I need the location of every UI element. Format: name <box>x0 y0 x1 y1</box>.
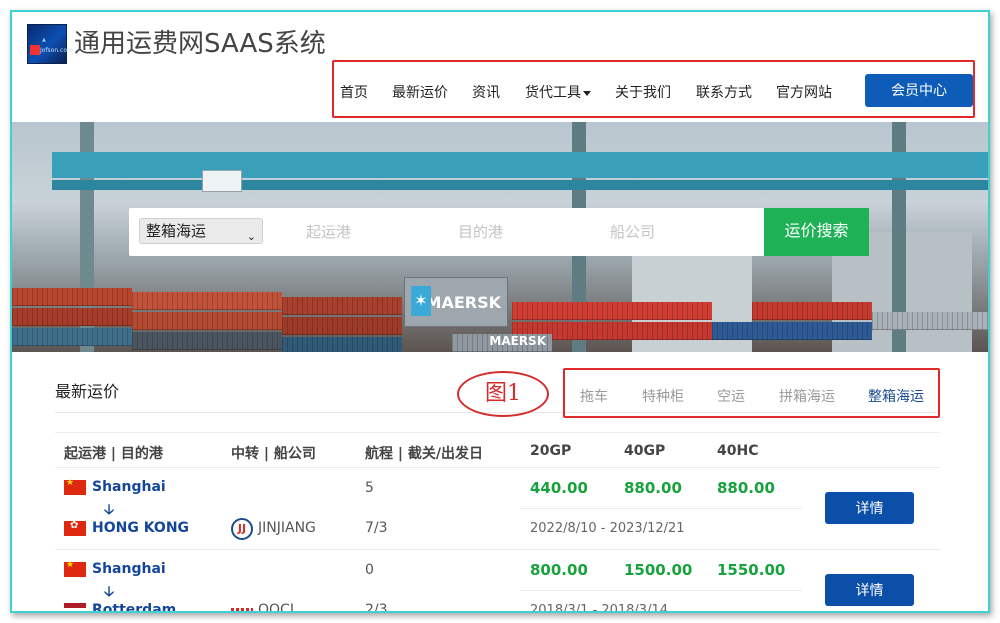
destination-port-input[interactable]: 目的港 <box>458 221 503 242</box>
hongkong-flag-icon <box>64 520 86 536</box>
hero-banner: ✶ MAERSK MAERSK 整箱海运 ⌄ 起运港 目的港 船公司 运价搜索 <box>12 122 988 352</box>
container-brand: MAERSK <box>425 293 501 312</box>
china-flag-icon <box>64 560 86 577</box>
carrier-input[interactable]: 船公司 <box>610 221 655 242</box>
validity-range: 2018/3/1 - 2018/3/14 <box>530 603 668 613</box>
cutoff-date: 7/3 <box>365 520 388 536</box>
site-title: 通用运费网SAAS系统 <box>74 29 326 59</box>
cutoff-date: 2/3 <box>365 602 388 613</box>
shipping-mode-selected: 整箱海运 <box>146 222 207 240</box>
logo-text: Jofson.com <box>40 47 73 54</box>
container-stack <box>872 312 988 330</box>
table-row: Shanghai 🡣 HONG KONG JJ JINJIANG 5 7/3 4… <box>55 468 940 550</box>
col-40hc: 40HC <box>717 443 759 459</box>
price-40gp: 1500.00 <box>624 561 693 579</box>
tab-lcl-ocean[interactable]: 拼箱海运 <box>779 386 835 406</box>
crane-cabin <box>202 170 242 192</box>
window-frame: ▲ Jofson.com 通用运费网SAAS系统 首页 最新运价 资讯 货代工具… <box>10 10 990 613</box>
logo-glyph: ▲ <box>42 37 46 43</box>
col-20gp: 20GP <box>530 443 572 459</box>
tab-air-freight[interactable]: 空运 <box>717 386 745 406</box>
carrier-name: OOCL <box>258 602 298 613</box>
nav-item-home[interactable]: 首页 <box>340 82 368 102</box>
price-20gp: 440.00 <box>530 479 588 497</box>
chevron-down-icon: ⌄ <box>246 230 256 243</box>
china-flag-icon <box>64 478 86 495</box>
tab-special-container[interactable]: 特种柜 <box>642 386 684 406</box>
container-stack <box>282 297 402 315</box>
price-20gp: 800.00 <box>530 561 588 579</box>
container-stack <box>752 302 872 320</box>
crane-gantry <box>52 152 988 178</box>
container-stack <box>512 302 712 320</box>
col-voyage-cutoff: 航程 | 截关/出发日 <box>365 446 483 462</box>
rates-table-header: 起运港 | 目的港 中转 | 船公司 航程 | 截关/出发日 20GP 40GP… <box>55 432 940 468</box>
table-row: Shanghai 🡣 Rotterdam OOCL 0 2/3 800.00 1… <box>55 550 940 613</box>
container-stack <box>132 292 282 310</box>
destination-port[interactable]: Rotterdam <box>92 602 176 611</box>
col-ports: 起运港 | 目的港 <box>64 446 163 462</box>
container-stack <box>282 317 402 335</box>
rate-search-button[interactable]: 运价搜索 <box>764 208 869 256</box>
maersk-container-lower: MAERSK <box>452 334 552 352</box>
main-nav: 首页 最新运价 资讯 货代工具 关于我们 联系方式 官方网站 会员中心 <box>332 60 975 118</box>
divider <box>520 508 802 509</box>
tab-trucking[interactable]: 拖车 <box>580 386 608 406</box>
transit-days: 5 <box>365 480 374 496</box>
container-stack <box>132 312 282 330</box>
transit-days: 0 <box>365 562 374 578</box>
price-40hc: 1550.00 <box>717 561 786 579</box>
nav-item-forwarder-tools-label: 货代工具 <box>525 85 581 101</box>
detail-button[interactable]: 详情 <box>825 574 914 606</box>
star-icon: ✶ <box>411 286 431 316</box>
container-stack <box>12 328 132 346</box>
divider <box>520 590 802 591</box>
carrier-name: JINJIANG <box>258 520 316 536</box>
rate-category-tabs: 拖车 特种柜 空运 拼箱海运 整箱海运 <box>563 368 940 418</box>
col-transit-carrier: 中转 | 船公司 <box>231 446 316 462</box>
container-stack <box>132 332 282 350</box>
netherlands-flag-icon <box>64 603 86 611</box>
detail-button[interactable]: 详情 <box>825 492 914 524</box>
container-stack <box>712 322 872 340</box>
logo-mark <box>30 45 40 55</box>
price-40hc: 880.00 <box>717 479 775 497</box>
container-stack <box>12 308 132 326</box>
col-40gp: 40GP <box>624 443 666 459</box>
crane-gantry <box>52 180 988 190</box>
carrier-logo: JJ <box>231 518 253 540</box>
origin-port[interactable]: Shanghai <box>92 479 166 495</box>
nav-item-about-us[interactable]: 关于我们 <box>615 82 671 102</box>
carrier-logo <box>231 608 253 611</box>
origin-port[interactable]: Shanghai <box>92 561 166 577</box>
tab-fcl-ocean[interactable]: 整箱海运 <box>868 386 924 406</box>
figure-annotation: 图1 <box>457 371 549 417</box>
nav-item-official-site[interactable]: 官方网站 <box>776 82 832 102</box>
price-40gp: 880.00 <box>624 479 682 497</box>
maersk-container: ✶ MAERSK <box>404 277 508 327</box>
nav-item-news[interactable]: 资讯 <box>472 82 500 102</box>
section-title: 最新运价 <box>55 382 120 401</box>
nav-item-forwarder-tools[interactable]: 货代工具 <box>525 82 591 102</box>
destination-port[interactable]: HONG KONG <box>92 520 189 536</box>
member-center-button[interactable]: 会员中心 <box>865 74 973 107</box>
nav-item-contact[interactable]: 联系方式 <box>696 82 752 102</box>
validity-range: 2022/8/10 - 2023/12/21 <box>530 521 685 536</box>
container-stack <box>12 288 132 306</box>
site-logo[interactable]: ▲ Jofson.com <box>27 24 73 64</box>
search-bar: 整箱海运 ⌄ 起运港 目的港 船公司 运价搜索 <box>129 208 869 256</box>
shipping-mode-select[interactable]: 整箱海运 ⌄ <box>139 218 263 244</box>
caret-down-icon <box>583 90 591 96</box>
origin-port-input[interactable]: 起运港 <box>306 221 351 242</box>
nav-item-latest-rates[interactable]: 最新运价 <box>392 82 448 102</box>
container-stack <box>282 337 402 352</box>
